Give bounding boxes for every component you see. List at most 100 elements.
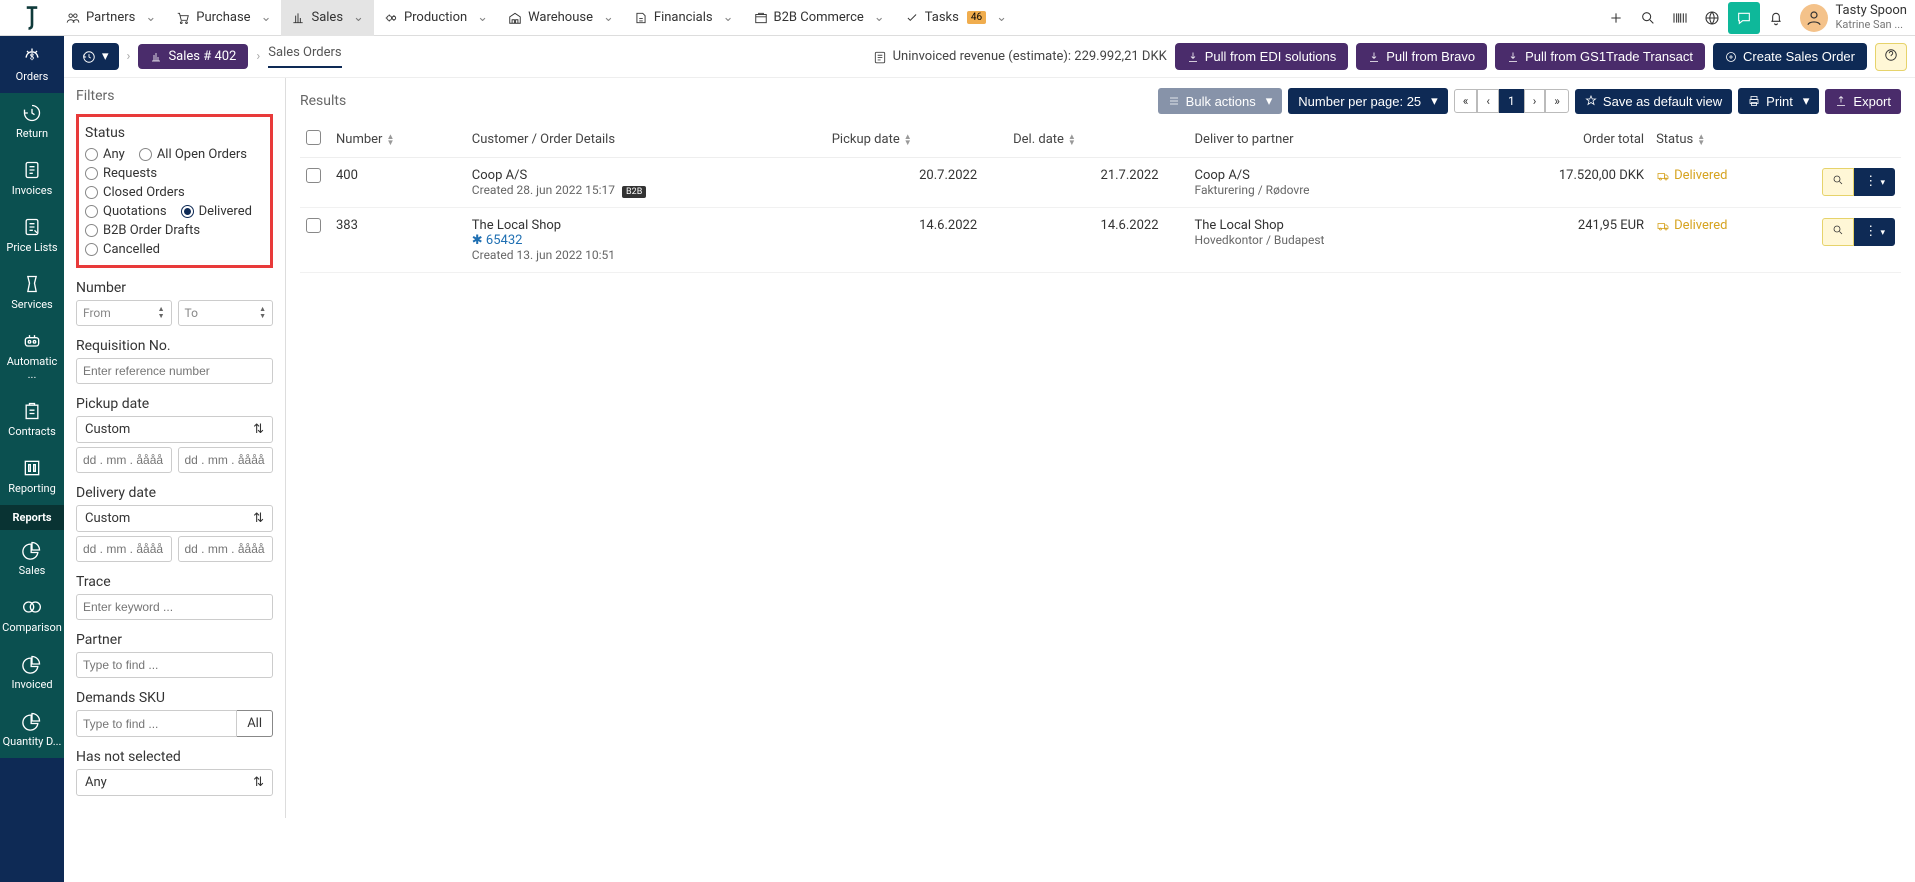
- revenue-label: Uninvoiced revenue (estimate): 229.992,2…: [893, 49, 1167, 64]
- export-button[interactable]: Export: [1825, 89, 1901, 114]
- app-logo[interactable]: [8, 0, 56, 36]
- menu-purchase[interactable]: Purchase⌄: [166, 0, 281, 36]
- pager-»[interactable]: »: [1545, 89, 1569, 113]
- menu-warehouse[interactable]: Warehouse⌄: [498, 0, 624, 36]
- print-button[interactable]: Print▾: [1738, 88, 1819, 114]
- pager-›[interactable]: ›: [1524, 89, 1546, 113]
- bell-icon[interactable]: [1760, 2, 1792, 34]
- leftnav-price-lists[interactable]: Price Lists: [0, 207, 64, 264]
- cell-total: 241,95 EUR: [1462, 208, 1650, 273]
- crumb-sales-pill[interactable]: Sales # 402: [138, 44, 248, 69]
- bulk-actions-button[interactable]: Bulk actions▾: [1158, 88, 1283, 114]
- col-action: [1811, 122, 1901, 158]
- leftnav-invoiced[interactable]: Invoiced: [0, 644, 64, 701]
- pager-1[interactable]: 1: [1499, 89, 1524, 113]
- leftnav-quantity-d-[interactable]: Quantity D...: [0, 701, 64, 758]
- leftnav-contracts[interactable]: Contracts: [0, 391, 64, 448]
- cell-status: Delivered: [1650, 158, 1811, 208]
- uninvoiced-revenue: Uninvoiced revenue (estimate): 229.992,2…: [873, 49, 1167, 64]
- leftnav-invoices[interactable]: Invoices: [0, 150, 64, 207]
- status-radio-delivered[interactable]: Delivered: [181, 204, 252, 219]
- hasnot-select[interactable]: Any⇅: [76, 769, 273, 796]
- crumb-pill-label: Sales # 402: [168, 49, 236, 64]
- col-del-date[interactable]: Del. date▲▼: [1007, 122, 1188, 158]
- leftnav-reporting[interactable]: Reporting: [0, 448, 64, 505]
- row-more-button[interactable]: ⋮ ▾: [1854, 218, 1895, 246]
- status-radio-all-open-orders[interactable]: All Open Orders: [139, 147, 247, 162]
- requisition-label: Requisition No.: [76, 338, 273, 354]
- row-checkbox[interactable]: [306, 218, 321, 233]
- per-page-button[interactable]: Number per page: 25▾: [1288, 88, 1447, 114]
- leftnav-services[interactable]: Services: [0, 264, 64, 321]
- pickup-from-input[interactable]: [76, 447, 172, 473]
- help-button[interactable]: [1875, 43, 1907, 71]
- col-order-total: Order total: [1462, 122, 1650, 158]
- status-radio-any[interactable]: Any: [85, 147, 125, 162]
- status-radio-cancelled[interactable]: Cancelled: [85, 242, 160, 257]
- row-view-button[interactable]: [1822, 218, 1854, 246]
- add-icon[interactable]: [1600, 2, 1632, 34]
- pickup-date-select[interactable]: Custom⇅: [76, 416, 273, 443]
- status-radio-requests[interactable]: Requests: [85, 166, 157, 181]
- row-more-button[interactable]: ⋮ ▾: [1854, 168, 1895, 196]
- pager-‹[interactable]: ‹: [1477, 89, 1499, 113]
- cell-number: 383: [330, 208, 466, 273]
- cell-delivery: 21.7.2022: [1007, 158, 1188, 208]
- pager-«[interactable]: «: [1454, 89, 1478, 113]
- status-radio-closed-orders[interactable]: Closed Orders: [85, 185, 185, 200]
- delivery-to-input[interactable]: [178, 536, 274, 562]
- filters-panel: Filters Status AnyAll Open OrdersRequest…: [64, 78, 286, 818]
- crumb-page[interactable]: Sales Orders: [268, 45, 341, 68]
- delivery-from-input[interactable]: [76, 536, 172, 562]
- btn-label: Pull from Bravo: [1386, 49, 1475, 64]
- globe-icon[interactable]: [1696, 2, 1728, 34]
- menu-sales[interactable]: Sales⌄: [281, 0, 373, 36]
- leftnav-automatic-[interactable]: Automatic ...: [0, 321, 64, 391]
- menu-partners[interactable]: Partners⌄: [56, 0, 166, 36]
- history-button[interactable]: ▾: [72, 43, 119, 70]
- trace-label: Trace: [76, 574, 273, 590]
- create-sales-order-button[interactable]: Create Sales Order: [1713, 43, 1867, 70]
- leftnav-reports[interactable]: Reports: [0, 505, 64, 530]
- search-icon[interactable]: [1632, 2, 1664, 34]
- number-from-input[interactable]: From▲▼: [76, 300, 172, 326]
- delivery-date-select[interactable]: Custom⇅: [76, 505, 273, 532]
- status-radio-quotations[interactable]: Quotations: [85, 204, 167, 219]
- sku-input[interactable]: [76, 710, 237, 737]
- pull-gs1-button[interactable]: Pull from GS1Trade Transact: [1495, 43, 1705, 70]
- row-view-button[interactable]: [1822, 168, 1854, 196]
- leftnav-return[interactable]: Return: [0, 93, 64, 150]
- sku-all-button[interactable]: All: [237, 710, 273, 737]
- menu-production[interactable]: Production⌄: [374, 0, 498, 36]
- btn-label: Pull from GS1Trade Transact: [1525, 49, 1693, 64]
- hasnot-label: Has not selected: [76, 749, 273, 765]
- col-pickup-date[interactable]: Pickup date▲▼: [826, 122, 1007, 158]
- save-default-view-button[interactable]: Save as default view: [1575, 89, 1732, 114]
- chat-icon[interactable]: [1728, 2, 1760, 34]
- menu-b2b-commerce[interactable]: B2B Commerce⌄: [744, 0, 895, 36]
- pull-edi-button[interactable]: Pull from EDI solutions: [1175, 43, 1349, 70]
- order-link[interactable]: ✱ 65432: [472, 233, 820, 248]
- col-status[interactable]: Status▲▼: [1650, 122, 1811, 158]
- trace-input[interactable]: [76, 594, 273, 620]
- leftnav-orders[interactable]: $Orders: [0, 36, 64, 93]
- status-radio-b2b-order-drafts[interactable]: B2B Order Drafts: [85, 223, 200, 238]
- menu-tasks[interactable]: Tasks46⌄: [895, 0, 1017, 36]
- col-number[interactable]: Number▲▼: [330, 122, 466, 158]
- user-menu[interactable]: Tasty Spoon Katrine San ...: [1800, 4, 1907, 32]
- menu-financials[interactable]: Financials⌄: [624, 0, 744, 36]
- number-to-input[interactable]: To▲▼: [178, 300, 274, 326]
- leftnav-sales[interactable]: Sales: [0, 530, 64, 587]
- status-filter-box: Status AnyAll Open OrdersRequestsClosed …: [76, 114, 273, 268]
- results-title: Results: [300, 93, 346, 109]
- leftnav-comparison[interactable]: Comparison: [0, 587, 64, 644]
- select-all-checkbox[interactable]: [306, 130, 321, 145]
- pull-bravo-button[interactable]: Pull from Bravo: [1356, 43, 1487, 70]
- table-row: 383 The Local Shop ✱ 65432 Created 13. j…: [300, 208, 1901, 273]
- row-checkbox[interactable]: [306, 168, 321, 183]
- partner-input[interactable]: [76, 652, 273, 678]
- pickup-to-input[interactable]: [178, 447, 274, 473]
- user-sub: Katrine San ...: [1836, 19, 1907, 31]
- barcode-icon[interactable]: [1664, 2, 1696, 34]
- requisition-input[interactable]: [76, 358, 273, 384]
